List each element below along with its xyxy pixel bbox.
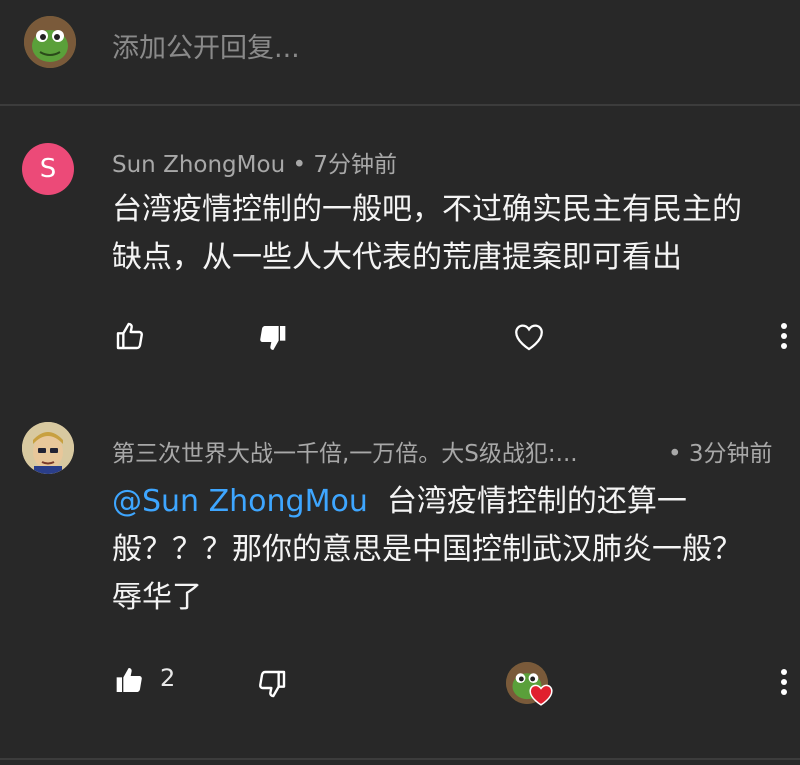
meta-separator: • bbox=[668, 441, 689, 467]
thumbs-down-outline-icon bbox=[259, 670, 286, 698]
comment-text-line: 辱华了 bbox=[112, 580, 202, 615]
comment-time: 7分钟前 bbox=[313, 152, 397, 178]
mention-link[interactable]: @Sun ZhongMou bbox=[112, 484, 368, 519]
thumbs-up-outline-icon bbox=[116, 322, 143, 350]
thumbs-down-filled-icon bbox=[260, 326, 286, 350]
thumbs-up-filled-icon bbox=[116, 668, 142, 692]
reply-input[interactable]: 添加公开回复... bbox=[112, 26, 300, 65]
more-vert-icon bbox=[781, 669, 787, 695]
more-vert-icon bbox=[781, 323, 787, 349]
creator-heart-icon bbox=[528, 682, 554, 706]
dislike-button[interactable] bbox=[252, 664, 292, 704]
comment-time: 3分钟前 bbox=[688, 441, 773, 467]
meta-separator: • bbox=[292, 152, 314, 178]
avatar[interactable] bbox=[22, 422, 74, 474]
comment-meta: Sun ZhongMou • 7分钟前 bbox=[112, 145, 397, 179]
heart-outline-icon bbox=[515, 324, 543, 351]
comment-text-segment: 台湾疫情控制的还算一 bbox=[386, 484, 687, 519]
comment-meta: • 3分钟前 bbox=[668, 434, 773, 468]
dislike-button[interactable] bbox=[252, 318, 292, 358]
comment-text-line: 缺点，从一些人大代表的荒唐提案即可看出 bbox=[112, 240, 682, 275]
comment-author[interactable]: 第三次世界大战一千倍,一万倍。大S级战犯:... bbox=[112, 434, 578, 468]
comment-text: 台湾疫情控制的一般吧，不过确实民主有民主的 缺点，从一些人大代表的荒唐提案即可看… bbox=[112, 186, 792, 282]
avatar[interactable]: S bbox=[22, 143, 74, 195]
divider bbox=[0, 104, 800, 106]
comment-text-line: @Sun ZhongMou 台湾疫情控制的还算一 bbox=[112, 478, 772, 526]
like-button[interactable] bbox=[110, 660, 150, 700]
divider bbox=[0, 758, 800, 760]
user-avatar[interactable] bbox=[24, 16, 76, 68]
more-button[interactable] bbox=[770, 316, 798, 356]
comment-text-line: 般？？？那你的意思是中国控制武汉肺炎一般？ bbox=[112, 532, 742, 567]
comment-text-line: 台湾疫情控制的一般吧，不过确实民主有民主的 bbox=[112, 192, 742, 227]
like-button[interactable] bbox=[110, 316, 150, 356]
more-button[interactable] bbox=[770, 662, 798, 702]
comment-text: @Sun ZhongMou 台湾疫情控制的还算一 般？？？那你的意思是中国控制武… bbox=[112, 478, 772, 622]
like-count: 2 bbox=[160, 664, 176, 692]
comment-author[interactable]: Sun ZhongMou bbox=[112, 152, 285, 178]
heart-button[interactable] bbox=[508, 316, 550, 358]
